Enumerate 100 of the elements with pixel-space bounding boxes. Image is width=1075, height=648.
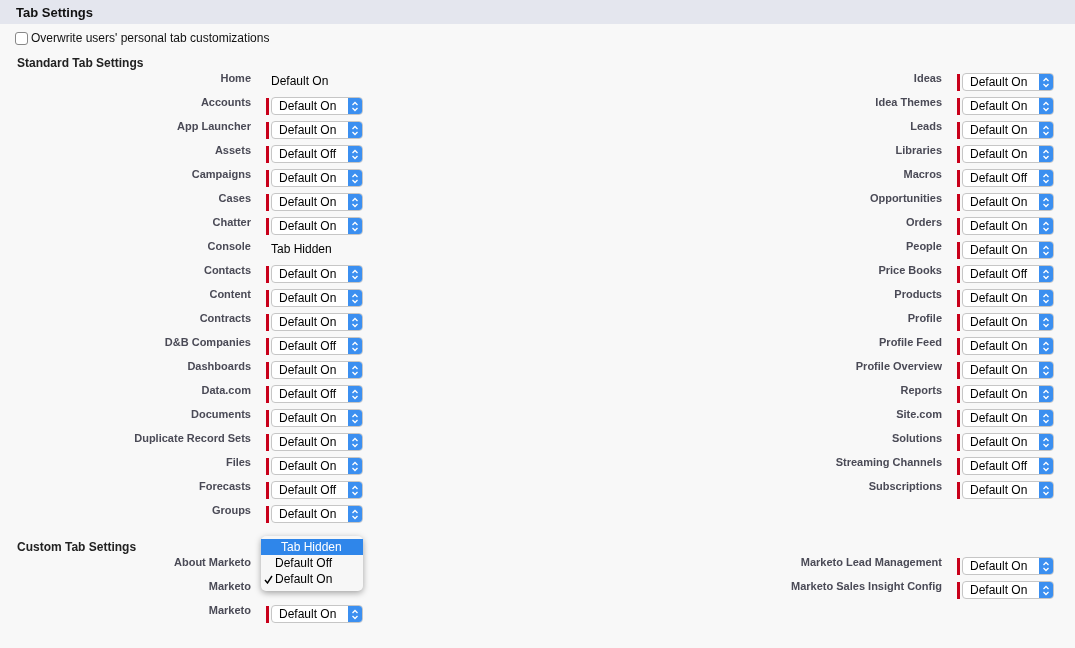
tab-label: People — [904, 239, 942, 253]
stepper-arrows-icon — [351, 412, 359, 424]
menu-option[interactable]: Default Off — [261, 555, 363, 571]
visibility-select[interactable]: Default Off — [962, 169, 1054, 187]
tab-label: Orders — [904, 215, 942, 229]
visibility-select[interactable]: Default On — [271, 361, 363, 379]
visibility-select[interactable]: Default On — [962, 73, 1054, 91]
visibility-select[interactable]: Default On — [271, 457, 363, 475]
visibility-select[interactable]: Default On — [962, 433, 1054, 451]
stepper-arrows-icon — [351, 340, 359, 352]
visibility-select[interactable]: Default On — [271, 433, 363, 451]
required-marker — [957, 289, 960, 307]
stepper-arrows-icon — [1042, 436, 1050, 448]
tab-label: Products — [893, 287, 942, 301]
stepper-arrows-icon — [351, 608, 359, 620]
tab-label: Reports — [899, 383, 942, 397]
required-marker — [957, 409, 960, 427]
tab-label: Data.com — [200, 383, 251, 397]
stepper-arrows-icon — [1042, 460, 1050, 472]
stepper-arrows-icon — [1042, 340, 1050, 352]
tab-label: About Marketo — [173, 555, 251, 569]
visibility-select[interactable]: Default On — [962, 145, 1054, 163]
menu-option[interactable]: Tab Hidden — [261, 539, 363, 555]
stepper-arrows-icon — [1042, 412, 1050, 424]
stepper-arrows-icon — [351, 172, 359, 184]
visibility-select[interactable]: Default Off — [271, 481, 363, 499]
tab-label: Home — [219, 71, 251, 85]
stepper-arrows-icon — [1042, 584, 1050, 596]
tab-label: Marketo Sales Insight Config — [790, 579, 942, 593]
stepper-arrows-icon — [1042, 560, 1050, 572]
required-marker — [266, 217, 269, 235]
visibility-select[interactable]: Default On — [962, 97, 1054, 115]
tab-label: Marketo Lead Management — [799, 555, 942, 569]
required-marker — [266, 409, 269, 427]
section-title: Custom Tab Settings — [17, 539, 137, 555]
tab-label: Leads — [909, 119, 942, 133]
visibility-select[interactable]: Default On — [271, 313, 363, 331]
visibility-select[interactable]: Default On — [271, 289, 363, 307]
stepper-arrows-icon — [1042, 364, 1050, 376]
visibility-select[interactable]: Default On — [271, 217, 363, 235]
tab-label: Streaming Channels — [834, 455, 942, 469]
visibility-select[interactable]: Default Off — [962, 457, 1054, 475]
visibility-select[interactable]: Default Off — [271, 145, 363, 163]
visibility-select[interactable]: Default On — [962, 121, 1054, 139]
stepper-arrows-icon — [1042, 292, 1050, 304]
visibility-select[interactable]: Default On — [271, 605, 363, 623]
tab-label: Documents — [190, 407, 251, 421]
visibility-select[interactable]: Default On — [271, 97, 363, 115]
visibility-select[interactable]: Default On — [271, 409, 363, 427]
visibility-select[interactable]: Default On — [271, 169, 363, 187]
visibility-select[interactable]: Default On — [271, 121, 363, 139]
stepper-arrows-icon — [351, 436, 359, 448]
stepper-arrows-icon — [351, 124, 359, 136]
tab-label: Libraries — [894, 143, 942, 157]
visibility-select[interactable]: Default On — [962, 193, 1054, 211]
visibility-select[interactable]: Default On — [962, 361, 1054, 379]
tab-label: Duplicate Record Sets — [133, 431, 251, 445]
tab-label: Idea Themes — [874, 95, 942, 109]
stepper-arrows-icon — [1042, 76, 1050, 88]
visibility-select[interactable]: Default On — [962, 581, 1054, 599]
checkbox[interactable] — [15, 31, 28, 45]
visibility-select[interactable]: Default On — [962, 385, 1054, 403]
stepper-arrows-icon — [351, 100, 359, 112]
stepper-arrows-icon — [1042, 220, 1050, 232]
visibility-select[interactable]: Default On — [271, 505, 363, 523]
visibility-select[interactable]: Default On — [962, 481, 1054, 499]
visibility-select[interactable]: Default On — [962, 557, 1054, 575]
required-marker — [957, 169, 960, 187]
visibility-select[interactable]: Default On — [271, 265, 363, 283]
tab-label: Marketo — [207, 603, 251, 617]
visibility-select[interactable]: Default On — [962, 289, 1054, 307]
tab-label: Campaigns — [190, 167, 251, 181]
required-marker — [266, 457, 269, 475]
visibility-select[interactable]: Default On — [962, 337, 1054, 355]
visibility-select[interactable]: Default Off — [271, 385, 363, 403]
tab-label: Dashboards — [186, 359, 251, 373]
required-marker — [266, 169, 269, 187]
visibility-select[interactable]: Default Off — [962, 265, 1054, 283]
visibility-select[interactable]: Default On — [271, 193, 363, 211]
visibility-select[interactable]: Default Off — [271, 337, 363, 355]
tab-label: Accounts — [199, 95, 251, 109]
required-marker — [266, 385, 269, 403]
stepper-arrows-icon — [1042, 172, 1050, 184]
required-marker — [957, 73, 960, 91]
visibility-select[interactable]: Default On — [962, 409, 1054, 427]
tab-label: Profile Overview — [854, 359, 942, 373]
visibility-select[interactable]: Default On — [962, 217, 1054, 235]
tab-visibility-value: Tab Hidden — [270, 242, 332, 256]
visibility-select[interactable]: Default On — [962, 313, 1054, 331]
required-marker — [266, 145, 269, 163]
tab-label: Contracts — [198, 311, 251, 325]
required-marker — [957, 557, 960, 575]
section-title: Standard Tab Settings — [17, 55, 144, 71]
required-marker — [957, 457, 960, 475]
required-marker — [266, 337, 269, 355]
menu-option[interactable]: Default On — [261, 571, 363, 587]
required-marker — [957, 241, 960, 259]
required-marker — [957, 97, 960, 115]
checkbox-label: Overwrite users' personal tab customizations — [31, 31, 270, 45]
visibility-select[interactable]: Default On — [962, 241, 1054, 259]
